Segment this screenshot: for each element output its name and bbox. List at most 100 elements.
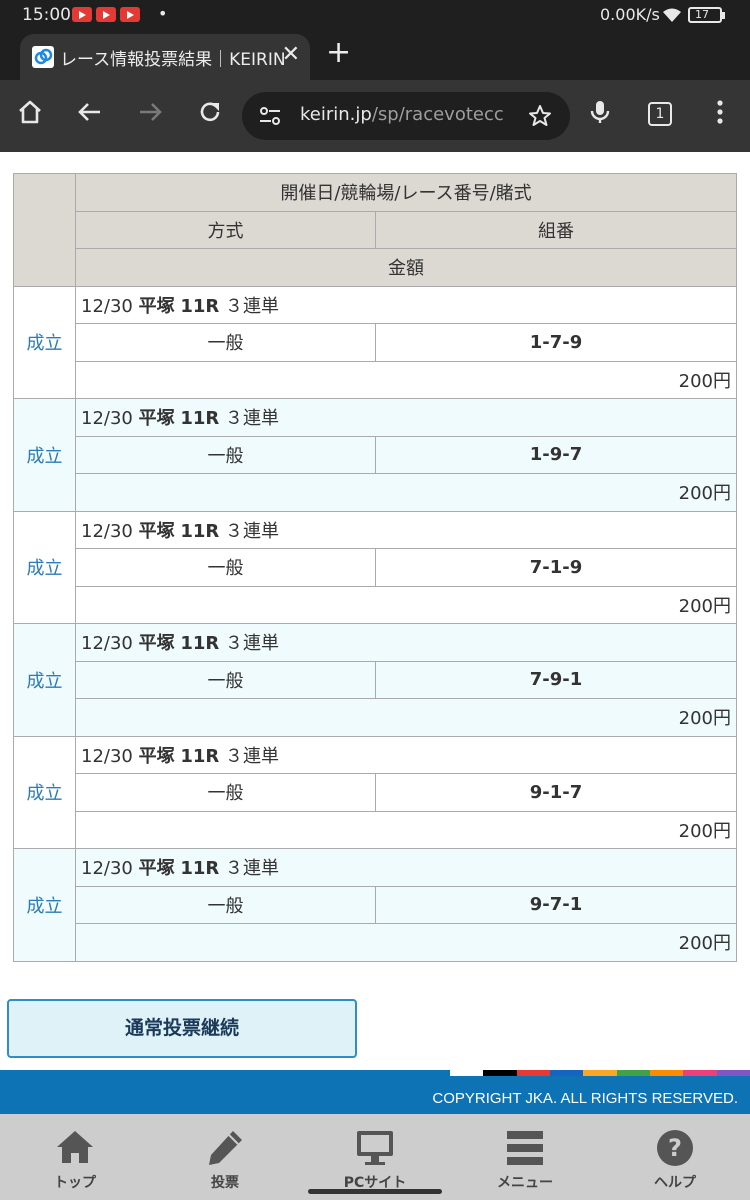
bet-type: ３連単 — [225, 745, 279, 767]
color-strip-segment — [583, 1070, 617, 1076]
bet-type: ３連単 — [225, 408, 279, 430]
help-icon: ? — [657, 1130, 693, 1166]
gesture-home-bar[interactable] — [308, 1189, 442, 1194]
vote-amount: 200円 — [75, 698, 737, 737]
race-info: 12/30 平塚 11R ３連単 — [75, 510, 737, 549]
nav-label: 投票 — [211, 1175, 239, 1191]
color-strip-segment — [716, 1070, 750, 1076]
status-link[interactable]: 成立 — [13, 398, 76, 512]
vote-combination: 7-9-1 — [375, 660, 737, 699]
race-number: 11R — [180, 295, 220, 317]
status-link[interactable]: 成立 — [13, 848, 76, 962]
vote-method: 一般 — [75, 435, 376, 474]
nav-menu[interactable]: メニュー — [450, 1114, 600, 1200]
color-strip-segment — [549, 1070, 584, 1076]
microphone-icon[interactable] — [586, 98, 614, 126]
color-strip-segment — [649, 1070, 684, 1076]
monitor-icon — [357, 1131, 393, 1165]
home-button-icon[interactable] — [16, 98, 44, 126]
race-number: 11R — [180, 745, 220, 767]
vote-row-amount: 200円 — [14, 585, 737, 624]
vote-amount: 200円 — [75, 473, 737, 512]
race-date: 12/30 — [81, 745, 133, 767]
vote-row: 成立 12/30 平塚 11R ３連単 — [13, 848, 737, 962]
header-amount: 金額 — [75, 248, 737, 287]
forward-icon[interactable] — [136, 98, 164, 126]
race-info: 12/30 平塚 11R ３連単 — [75, 285, 737, 324]
tab-switcher-button[interactable]: 1 — [648, 102, 672, 126]
tab-strip: レース情報投票結果｜KEIRIN ✕ + — [0, 32, 750, 80]
youtube-notification-icon — [72, 7, 92, 22]
back-icon[interactable] — [76, 98, 104, 126]
vote-row: 成立 12/30 平塚 11R ３連単 — [13, 735, 737, 849]
vote-row-detail: 一般 1-7-9 — [14, 323, 737, 362]
race-date: 12/30 — [81, 520, 133, 542]
continue-voting-button[interactable]: 通常投票継続 — [7, 999, 357, 1058]
status-bar: 15:00 • 0.00K/s 17 — [0, 0, 750, 32]
battery-icon: 17 — [688, 7, 725, 23]
status-link[interactable]: 成立 — [13, 285, 76, 399]
race-date: 12/30 — [81, 858, 133, 880]
nav-help[interactable]: ? ヘルプ — [600, 1114, 750, 1200]
vote-method: 一般 — [75, 660, 376, 699]
race-info: 12/30 平塚 11R ３連単 — [75, 623, 737, 662]
vote-row: 成立 12/30 平塚 11R ３連単 — [13, 623, 737, 737]
bet-type: ３連単 — [225, 295, 279, 317]
race-info: 12/30 平塚 11R ３連単 — [75, 735, 737, 774]
venue-name: 平塚 — [138, 858, 175, 880]
nav-vote[interactable]: 投票 — [150, 1114, 300, 1200]
close-tab-icon[interactable]: ✕ — [282, 42, 300, 67]
venue-name: 平塚 — [138, 745, 175, 767]
nav-top[interactable]: トップ — [0, 1114, 150, 1200]
color-strip-segment — [450, 1070, 484, 1076]
race-number: 11R — [180, 633, 220, 655]
home-icon — [57, 1131, 93, 1163]
new-tab-icon[interactable]: + — [326, 38, 351, 68]
vote-combination: 7-1-9 — [375, 548, 737, 587]
header-race-info: 開催日/競輪場/レース番号/賭式 — [75, 173, 737, 212]
reload-icon[interactable] — [196, 98, 224, 126]
url-text: keirin.jp/sp/racevotecc — [300, 104, 504, 125]
vote-row: 成立 12/30 平塚 11R ３連単 — [13, 285, 737, 399]
vote-amount: 200円 — [75, 810, 737, 849]
vote-row-amount: 200円 — [14, 698, 737, 737]
vote-row-detail: 一般 7-9-1 — [14, 660, 737, 699]
browser-tab[interactable]: レース情報投票結果｜KEIRIN ✕ — [20, 34, 310, 80]
site-settings-icon[interactable] — [258, 105, 282, 127]
race-info: 12/30 平塚 11R ３連単 — [75, 848, 737, 887]
bet-type: ３連単 — [225, 858, 279, 880]
svg-text:?: ? — [668, 1134, 682, 1162]
vote-results-table: 開催日/競輪場/レース番号/賭式 方式 組番 金額 成立 12/30 平塚 11R… — [13, 173, 737, 962]
race-number: 11R — [180, 858, 220, 880]
vote-row-detail: 一般 9-7-1 — [14, 885, 737, 924]
color-strip-segment — [616, 1070, 650, 1076]
network-speed: 0.00K/s — [600, 5, 660, 24]
nav-label: トップ — [54, 1175, 96, 1191]
browser-toolbar: keirin.jp/sp/racevotecc 1 — [0, 80, 750, 152]
status-link[interactable]: 成立 — [13, 735, 76, 849]
venue-name: 平塚 — [138, 633, 175, 655]
vote-combination: 9-7-1 — [375, 885, 737, 924]
vote-amount: 200円 — [75, 360, 737, 399]
youtube-notification-icon — [120, 7, 140, 22]
vote-combination: 1-7-9 — [375, 323, 737, 362]
pencil-icon — [209, 1131, 242, 1165]
race-number: 11R — [180, 520, 220, 542]
page-content: 開催日/競輪場/レース番号/賭式 方式 組番 金額 成立 12/30 平塚 11R… — [0, 152, 750, 1070]
race-date: 12/30 — [81, 633, 133, 655]
menu-icon — [507, 1131, 543, 1165]
venue-name: 平塚 — [138, 295, 175, 317]
vote-method: 一般 — [75, 323, 376, 362]
vote-row-amount: 200円 — [14, 923, 737, 962]
bet-type: ３連単 — [225, 633, 279, 655]
tab-title: レース情報投票結果｜KEIRIN — [60, 50, 286, 70]
copyright-text: COPYRIGHT JKA. ALL RIGHTS RESERVED. — [432, 1090, 738, 1107]
bookmark-star-icon[interactable] — [528, 104, 552, 128]
venue-name: 平塚 — [138, 408, 175, 430]
status-link[interactable]: 成立 — [13, 510, 76, 624]
nav-pc-site[interactable]: PCサイト — [300, 1114, 450, 1200]
address-bar[interactable]: keirin.jp/sp/racevotecc — [242, 92, 570, 140]
status-link[interactable]: 成立 — [13, 623, 76, 737]
clock: 15:00 — [22, 5, 71, 25]
more-menu-icon[interactable] — [706, 98, 734, 126]
